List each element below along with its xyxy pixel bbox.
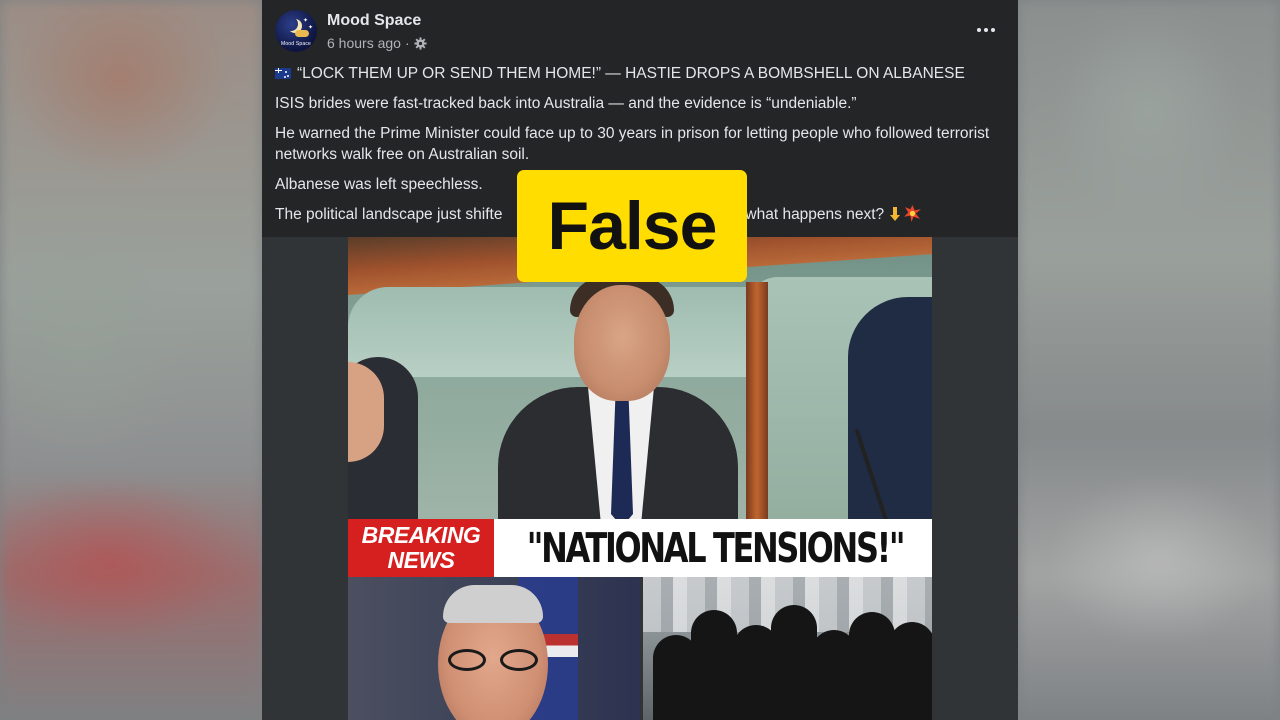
breaking-news-label: BREAKING NEWS — [348, 519, 494, 577]
post-timestamp[interactable]: 6 hours ago — [327, 35, 401, 51]
albanese-photo — [348, 577, 640, 720]
post-paragraph: ISIS brides were fast-tracked back into … — [275, 95, 857, 112]
gear-icon[interactable] — [414, 36, 427, 50]
avatar-text: Mood Space — [280, 41, 312, 47]
background-blur-left — [0, 0, 262, 720]
australia-flag-icon — [275, 68, 291, 79]
more-options-icon[interactable] — [974, 18, 998, 42]
post-image[interactable]: BREAKING NEWS "NATIONAL TENSIONS!" — [262, 237, 1018, 720]
facebook-post: ✦ ✦ Mood Space Mood Space 6 hours ago · — [262, 0, 1018, 720]
meta-separator: · — [404, 35, 410, 51]
post-headline-paragraph: “LOCK THEM UP OR SEND THEM HOME!” — HAST… — [275, 63, 1004, 84]
star-icon: ✦ — [308, 25, 314, 31]
breaking-news-banner: BREAKING NEWS "NATIONAL TENSIONS!" — [348, 519, 932, 577]
point-down-emoji — [890, 207, 901, 221]
cloud-icon — [295, 30, 309, 37]
camp-photo — [643, 577, 932, 720]
page-avatar[interactable]: ✦ ✦ Mood Space — [275, 10, 317, 52]
background-blur-right — [1018, 0, 1280, 720]
collision-emoji — [904, 205, 922, 222]
star-icon: ✦ — [303, 18, 309, 24]
post-header: ✦ ✦ Mood Space Mood Space 6 hours ago · — [262, 0, 1018, 60]
banner-headline: "NATIONAL TENSIONS!" — [526, 524, 906, 572]
post-paragraph: He warned the Prime Minister could face … — [275, 125, 990, 163]
moon-icon — [284, 17, 298, 31]
post-meta: 6 hours ago · — [327, 35, 427, 51]
fact-check-false-label: False — [517, 170, 747, 282]
page-name-link[interactable]: Mood Space — [327, 12, 421, 30]
